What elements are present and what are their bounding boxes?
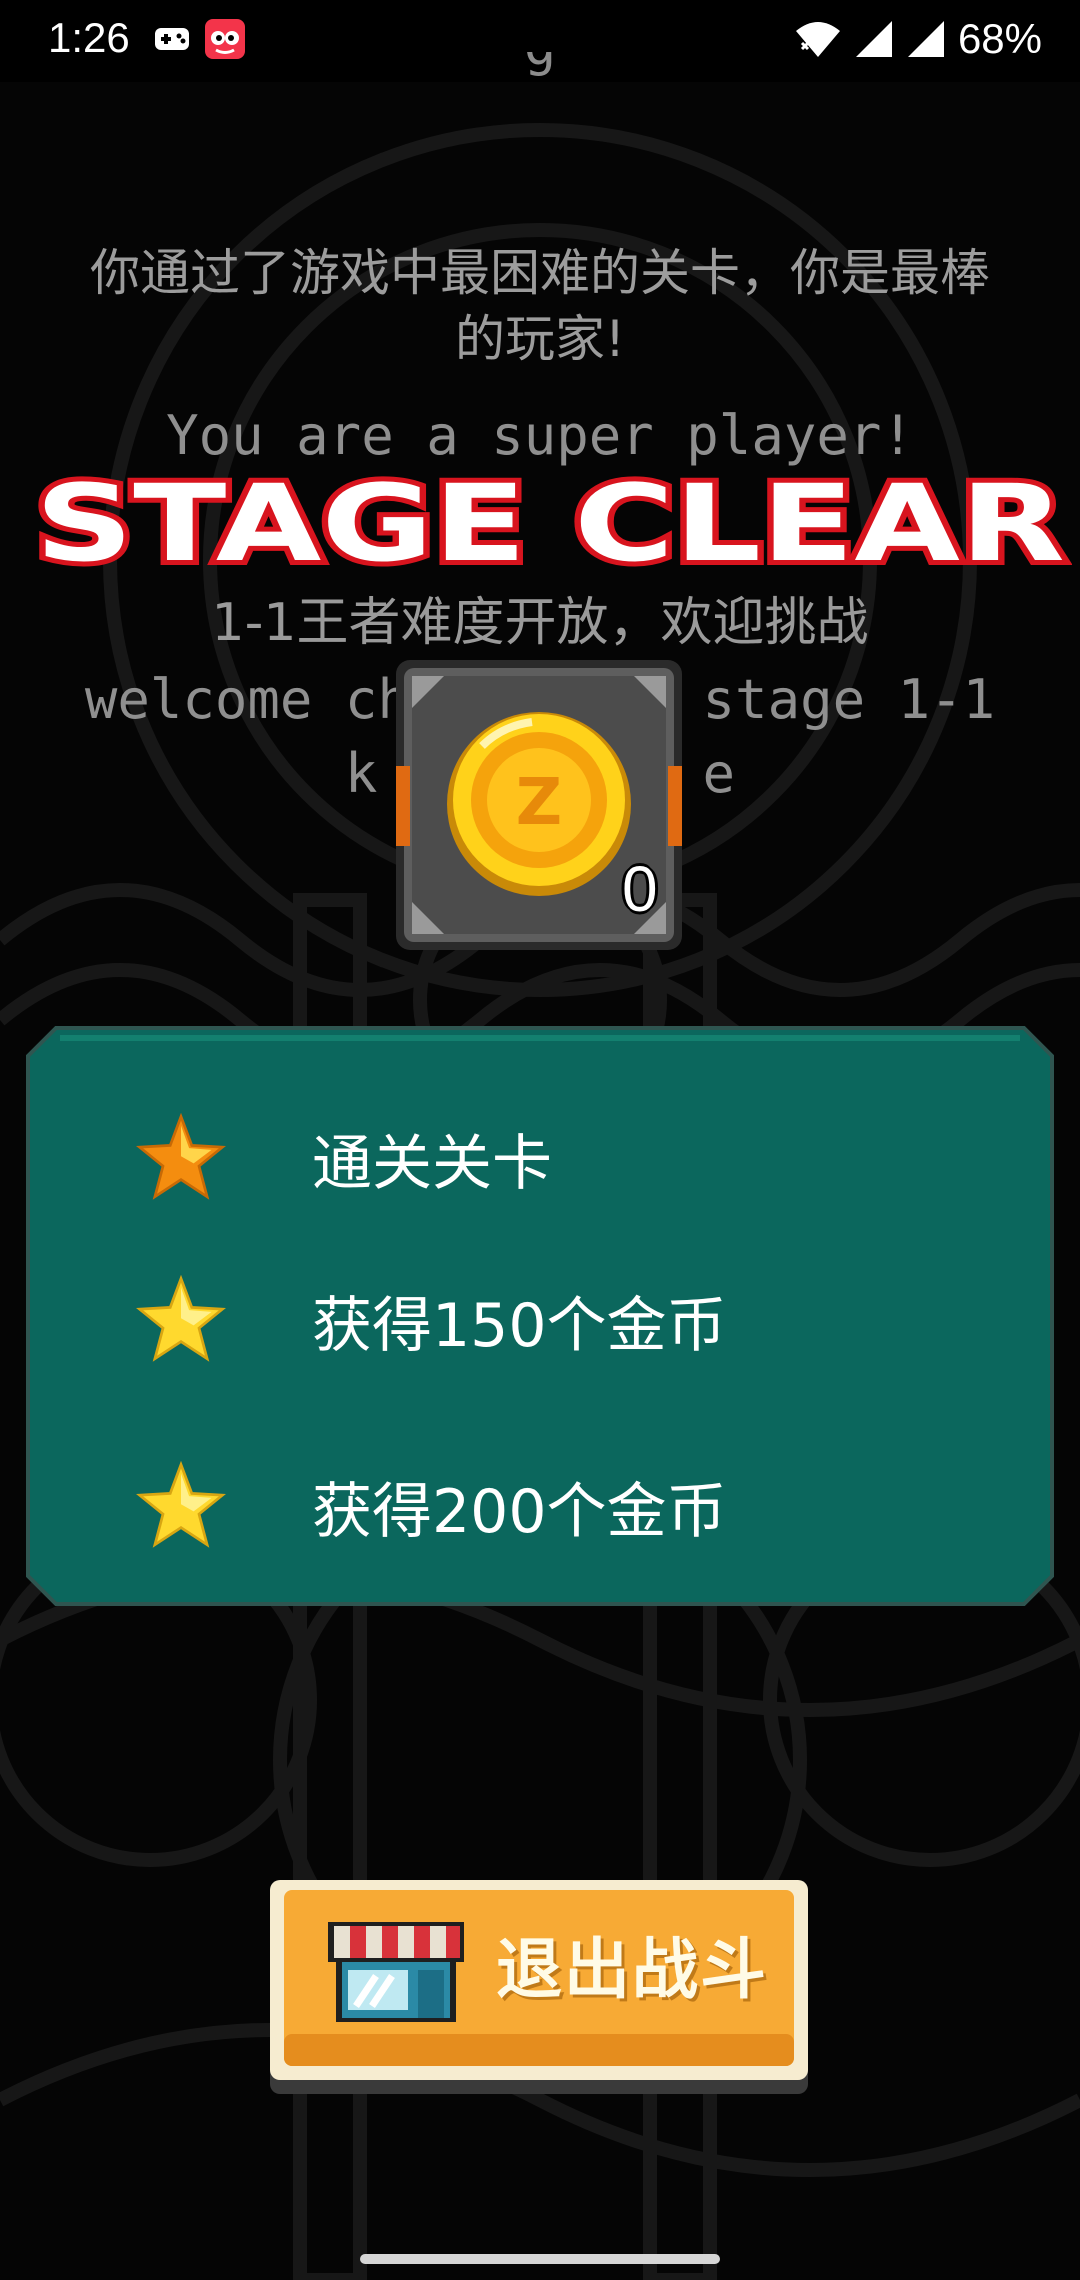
objectives-panel: 通关关卡 获得150个金币 获得200个金币 (26, 1026, 1054, 1606)
message-top-cut: g (0, 52, 1080, 86)
svg-text:Z: Z (516, 766, 562, 840)
home-indicator[interactable] (360, 2254, 720, 2264)
message-hardest-stage-cn: 你通过了游戏中最困难的关卡，你是最棒的玩家! (90, 244, 990, 368)
coin-icon: Z (447, 712, 631, 896)
gamepad-icon (155, 28, 189, 50)
exit-battle-label: 退出战斗 (496, 1931, 768, 2008)
objective-item: 获得200个金币 (136, 1456, 936, 1556)
objective-item: 通关关卡 (136, 1108, 936, 1208)
exit-battle-button[interactable]: 退出战斗 (268, 1878, 810, 2096)
objective-item: 获得150个金币 (136, 1270, 936, 1370)
message-unlock-cn: 1-1王者难度开放，欢迎挑战 (211, 593, 869, 653)
star-icon (136, 1113, 226, 1200)
stage-clear-title: STAGE CLEAR (35, 468, 1065, 576)
message-super-player-en: You are a super player! (166, 404, 914, 467)
objective-label: 通关关卡 (312, 1128, 552, 1199)
coin-count: 0 (622, 853, 658, 925)
objective-label: 获得150个金币 (312, 1290, 727, 1361)
star-icon (136, 1461, 226, 1548)
stage-clear-banner: STAGE CLEAR (30, 468, 1070, 576)
star-icon (136, 1275, 226, 1362)
objective-label: 获得200个金币 (312, 1476, 727, 1547)
shop-icon (328, 1922, 464, 2022)
